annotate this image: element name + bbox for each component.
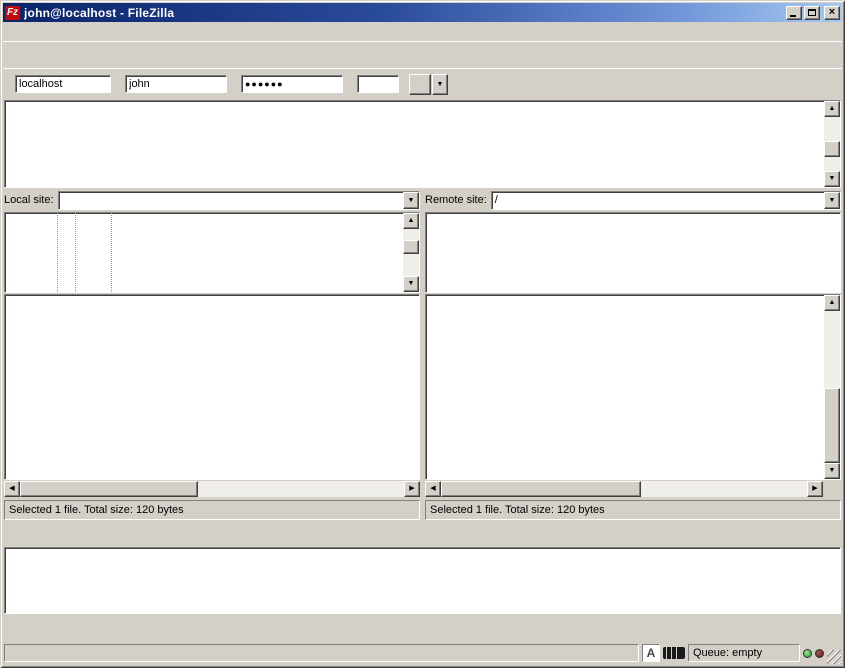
filezilla-window: Fz john@localhost - FileZilla × ▼ ▲ ▼ xyxy=(0,0,845,668)
minimize-button[interactable] xyxy=(786,6,802,20)
window-title: john@localhost - FileZilla xyxy=(24,6,786,20)
status-bar: A Queue: empty xyxy=(4,642,841,664)
scroll-thumb[interactable] xyxy=(20,481,198,497)
local-tree-scroll-up-button[interactable]: ▲ xyxy=(403,213,419,229)
local-site-path xyxy=(59,192,403,209)
quickconnect-bar: ▼ xyxy=(3,68,842,99)
local-selection-status: Selected 1 file. Total size: 120 bytes xyxy=(4,500,420,520)
queue-header-row xyxy=(4,529,841,547)
message-log: ▲ ▼ xyxy=(4,100,841,188)
local-site-dropdown-button[interactable]: ▼ xyxy=(403,192,419,209)
password-input[interactable] xyxy=(241,75,343,93)
scroll-right-button[interactable]: ▶ xyxy=(807,481,823,497)
local-directory-tree: ▲ ▼ xyxy=(4,212,420,293)
remote-site-label: Remote site: xyxy=(425,194,487,206)
port-input[interactable] xyxy=(357,75,399,93)
local-tree-scrollbar: ▲ ▼ xyxy=(403,213,419,292)
queue-size-pane: Queue: empty xyxy=(688,644,800,662)
remote-list-scrollbar: ▲ ▼ xyxy=(824,295,840,479)
remote-list-hscrollbar: ◀ ▶ xyxy=(425,481,823,497)
toolbar xyxy=(3,41,842,68)
arrow-down-icon: ▼ xyxy=(829,467,836,474)
minimize-icon xyxy=(790,15,796,17)
close-icon: × xyxy=(825,6,839,18)
username-input[interactable] xyxy=(125,75,227,93)
remote-list-scroll-thumb[interactable] xyxy=(824,388,840,463)
remote-file-list: ▲ ▼ xyxy=(425,294,841,480)
queue-tabs xyxy=(6,614,841,638)
quickconnect-dropdown-button[interactable]: ▼ xyxy=(432,74,448,95)
chevron-down-icon: ▼ xyxy=(437,81,444,88)
arrow-right-icon: ▶ xyxy=(812,485,817,492)
menu-bar xyxy=(3,22,842,41)
scroll-left-button[interactable]: ◀ xyxy=(4,481,20,497)
close-button[interactable]: × xyxy=(824,6,840,20)
filezilla-app-icon: Fz xyxy=(5,6,20,20)
statusbar-message-pane xyxy=(4,644,639,662)
remote-list-scroll-down-button[interactable]: ▼ xyxy=(824,463,840,479)
maximize-button[interactable] xyxy=(804,6,820,20)
arrow-left-icon: ◀ xyxy=(430,485,435,492)
local-tree-scroll-down-button[interactable]: ▼ xyxy=(403,276,419,292)
remote-site-path: / xyxy=(492,192,824,209)
transfer-type-indicator-icon: A xyxy=(642,644,660,662)
remote-list-scroll-up-button[interactable]: ▲ xyxy=(824,295,840,311)
arrow-left-icon: ◀ xyxy=(9,485,14,492)
scroll-left-button[interactable]: ◀ xyxy=(425,481,441,497)
remote-panel: Remote site: / ▼ ▲ ▼ ◀ ▶ Selected 1 file… xyxy=(425,190,841,524)
local-site-label: Local site: xyxy=(4,194,54,206)
arrow-down-icon: ▼ xyxy=(408,280,415,287)
chevron-down-icon: ▼ xyxy=(408,197,415,204)
arrow-up-icon: ▲ xyxy=(829,299,836,306)
arrow-down-icon: ▼ xyxy=(829,175,836,182)
log-scroll-thumb[interactable] xyxy=(824,141,840,157)
log-scroll-down-button[interactable]: ▼ xyxy=(824,171,840,187)
arrow-up-icon: ▲ xyxy=(829,105,836,112)
local-panel: Local site: ▼ ▲ ▼ ◀ ▶ Selected 1 file xyxy=(4,190,420,524)
encryption-indicator-icon xyxy=(663,647,685,659)
resize-grip[interactable] xyxy=(827,650,841,664)
chevron-down-icon: ▼ xyxy=(829,197,836,204)
local-tree-scroll-thumb[interactable] xyxy=(403,240,419,254)
remote-directory-tree xyxy=(425,212,841,293)
local-file-list xyxy=(4,294,420,480)
scroll-right-button[interactable]: ▶ xyxy=(404,481,420,497)
host-input[interactable] xyxy=(15,75,111,93)
activity-led-green-icon xyxy=(803,649,812,658)
queue-body xyxy=(4,547,841,614)
activity-led-red-icon xyxy=(815,649,824,658)
remote-site-dropdown-button[interactable]: ▼ xyxy=(824,192,840,209)
local-list-hscrollbar: ◀ ▶ xyxy=(4,481,420,497)
remote-site-combobox[interactable]: / ▼ xyxy=(491,191,841,210)
maximize-icon xyxy=(808,9,816,16)
local-site-combobox[interactable]: ▼ xyxy=(58,191,420,210)
title-bar: Fz john@localhost - FileZilla × xyxy=(3,3,842,22)
arrow-right-icon: ▶ xyxy=(409,485,414,492)
quickconnect-button[interactable] xyxy=(409,74,431,95)
log-scroll-up-button[interactable]: ▲ xyxy=(824,101,840,117)
remote-selection-status: Selected 1 file. Total size: 120 bytes xyxy=(425,500,841,520)
log-scrollbar: ▲ ▼ xyxy=(824,101,840,187)
arrow-up-icon: ▲ xyxy=(408,217,415,224)
scroll-thumb[interactable] xyxy=(441,481,641,497)
